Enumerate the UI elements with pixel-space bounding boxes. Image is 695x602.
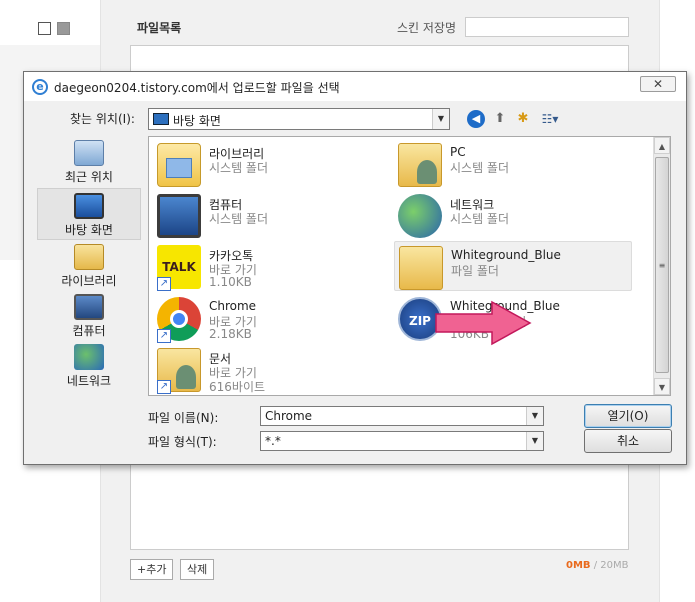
look-in-combo[interactable]: 바탕 화면 ▼ (148, 108, 450, 130)
view-menu-icon[interactable]: ☷▾ (538, 110, 562, 128)
file-item[interactable]: ↗ Chrome 바로 가기 2.18KB (153, 293, 391, 343)
recent-places-icon (74, 140, 104, 166)
back-icon[interactable]: ◀ (467, 110, 485, 128)
scroll-down-icon[interactable]: ▼ (654, 378, 670, 395)
place-network[interactable]: 네트워크 (37, 340, 141, 392)
background-checkered-icon (57, 22, 70, 35)
up-folder-icon[interactable]: ⬆ (491, 110, 509, 128)
file-name: Chrome (209, 299, 257, 313)
place-label: 컴퓨터 (72, 324, 106, 338)
quota-total: / 20MB (593, 560, 629, 571)
filetype-label: 파일 형식(T): (148, 435, 217, 449)
place-desktop[interactable]: 바탕 화면 (37, 188, 141, 240)
dialog-titlebar[interactable]: e daegeon0204.tistory.com에서 업로드할 파일을 선택 … (24, 72, 686, 101)
chevron-down-icon[interactable]: ▼ (432, 109, 449, 129)
folder-icon (399, 246, 443, 290)
background-checkbox[interactable] (38, 22, 51, 35)
filename-combo[interactable]: Chrome ▼ (260, 406, 544, 426)
add-button[interactable]: +추가 (130, 559, 174, 580)
file-type: 시스템 폴더 (450, 161, 510, 175)
file-size: 2.18KB (209, 327, 252, 341)
skin-name-label: 스킨 저장명 (397, 21, 457, 35)
place-recent[interactable]: 최근 위치 (37, 136, 141, 188)
close-button[interactable]: ✕ (640, 76, 676, 92)
file-item[interactable]: TALK ↗ 카카오톡 바로 가기 1.10KB (153, 241, 391, 291)
file-open-dialog: e daegeon0204.tistory.com에서 업로드할 파일을 선택 … (23, 71, 687, 465)
ie-icon: e (32, 79, 48, 95)
library-icon (74, 244, 104, 270)
place-label: 라이브러리 (61, 274, 117, 288)
file-type: 시스템 폴더 (450, 212, 510, 226)
place-label: 최근 위치 (65, 170, 113, 184)
user-folder-icon (398, 143, 442, 187)
desktop-icon (74, 193, 104, 219)
file-item[interactable]: PC 시스템 폴더 (394, 139, 632, 189)
new-folder-icon[interactable]: ✱ (514, 110, 532, 128)
look-in-value: 바탕 화면 (173, 114, 221, 128)
scroll-up-icon[interactable]: ▲ (654, 137, 670, 154)
delete-button[interactable]: 삭제 (180, 559, 215, 580)
place-label: 네트워크 (66, 374, 112, 388)
network-icon (74, 344, 104, 370)
file-size: 616바이트 (209, 380, 266, 394)
file-item[interactable]: 라이브러리 시스템 폴더 (153, 139, 391, 189)
place-libraries[interactable]: 라이브러리 (37, 240, 141, 292)
library-icon (157, 143, 201, 187)
shortcut-arrow-icon: ↗ (157, 380, 171, 394)
pink-arrow-icon (435, 300, 532, 346)
chevron-down-icon[interactable]: ▼ (526, 432, 543, 450)
file-type: 시스템 폴더 (209, 212, 269, 226)
chevron-down-icon[interactable]: ▼ (526, 407, 543, 425)
filename-label: 파일 이름(N): (148, 411, 219, 425)
file-type: 파일 폴더 (451, 264, 499, 278)
skin-name-input[interactable] (465, 17, 629, 37)
shortcut-arrow-icon: ↗ (157, 277, 171, 291)
place-label: 바탕 화면 (65, 223, 113, 237)
quota-used: 0MB (566, 560, 591, 571)
shortcut-arrow-icon: ↗ (157, 329, 171, 343)
place-computer[interactable]: 컴퓨터 (37, 290, 141, 342)
computer-icon (74, 294, 104, 320)
file-item[interactable]: 컴퓨터 시스템 폴더 (153, 190, 391, 240)
file-type: 시스템 폴더 (209, 161, 269, 175)
dialog-title: daegeon0204.tistory.com에서 업로드할 파일을 선택 (54, 81, 340, 95)
file-item[interactable]: ↗ 문서 바로 가기 616바이트 (153, 344, 391, 394)
vertical-scrollbar[interactable]: ▲ ≡ ▼ (653, 137, 670, 395)
places-bar: 최근 위치 바탕 화면 라이브러리 컴퓨터 네트워크 (37, 136, 141, 390)
look-in-label: 찾는 위치(I): (70, 112, 135, 126)
file-name: PC (450, 145, 466, 159)
cancel-button[interactable]: 취소 (584, 429, 672, 453)
desktop-icon (153, 113, 169, 125)
filetype-combo[interactable]: *.* ▼ (260, 431, 544, 451)
file-list-title: 파일목록 (137, 21, 182, 35)
file-list[interactable]: 라이브러리 시스템 폴더 컴퓨터 시스템 폴더 TALK ↗ 카카오톡 바로 가… (148, 136, 671, 396)
file-name: Whiteground_Blue (451, 248, 561, 262)
quota-readout: 0MB / 20MB (566, 560, 628, 571)
file-item-selected[interactable]: Whiteground_Blue 파일 폴더 (394, 241, 632, 291)
filename-value: Chrome (265, 409, 313, 423)
computer-icon (157, 194, 201, 238)
file-size: 1.10KB (209, 275, 252, 289)
filetype-value: *.* (265, 434, 281, 448)
network-icon (398, 194, 442, 238)
scroll-thumb[interactable]: ≡ (655, 157, 669, 373)
file-item[interactable]: 네트워크 시스템 폴더 (394, 190, 632, 240)
open-button[interactable]: 열기(O) (584, 404, 672, 428)
